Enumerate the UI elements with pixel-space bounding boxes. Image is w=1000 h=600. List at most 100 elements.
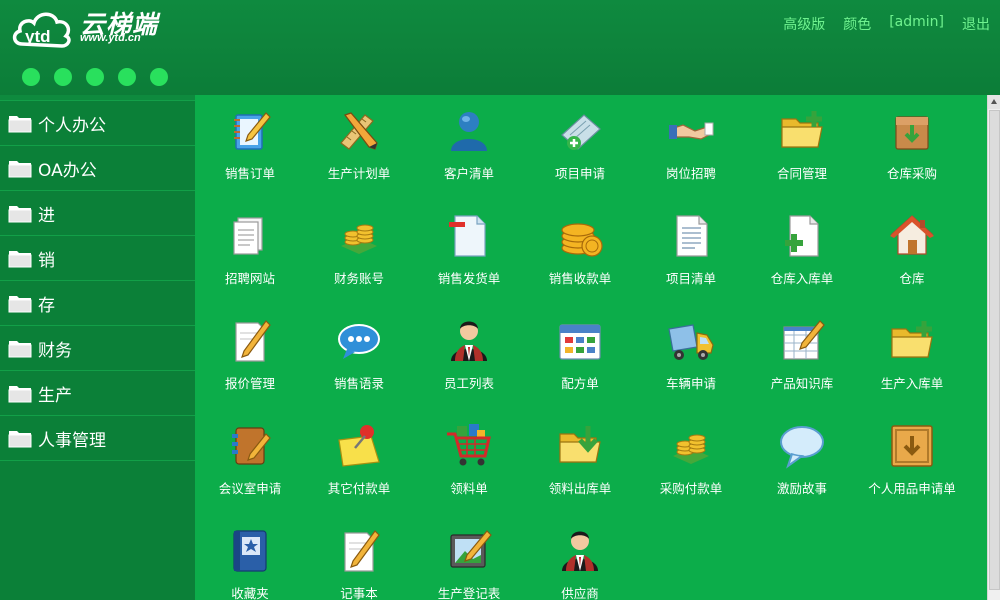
- paper-pencil-icon: [344, 530, 380, 572]
- app-tile[interactable]: 项目申请: [525, 107, 635, 197]
- app-tile-label: 合同管理: [776, 166, 827, 181]
- app-tile-label: 仓库采购: [886, 166, 937, 181]
- address-book-icon: [232, 427, 271, 465]
- top-nav: 高级版 颜色 [admin] 退出: [783, 14, 990, 34]
- app-tile[interactable]: 合同管理: [747, 107, 857, 197]
- folder-download-icon: [559, 426, 601, 463]
- app-tile[interactable]: 销售语录: [304, 317, 414, 407]
- app-tile[interactable]: 招聘网站: [195, 212, 305, 302]
- app-tile-label: 生产计划单: [327, 166, 391, 181]
- sidebar-item-label: 个人办公: [38, 115, 106, 136]
- picture-pencil-icon: [450, 530, 492, 568]
- sidebar-item[interactable]: 进: [0, 191, 195, 236]
- sidebar-item[interactable]: OA办公: [0, 146, 195, 191]
- app-tile-label: 仓库入库单: [770, 271, 834, 286]
- app-tile-label: 供应商: [561, 586, 599, 600]
- folder-icon: [8, 205, 32, 222]
- app-tile[interactable]: 仓库: [857, 212, 967, 302]
- theme-dot[interactable]: [54, 68, 72, 86]
- logout-link[interactable]: 退出: [962, 14, 990, 34]
- folder-icon: [8, 430, 32, 447]
- person-suit-icon: [562, 531, 598, 571]
- user-silhouette-icon: [451, 112, 487, 151]
- speech-bubble-icon: [780, 426, 824, 469]
- folder-add-icon: [891, 321, 933, 358]
- calendar-grid-icon: [559, 324, 601, 360]
- app-tile[interactable]: 销售收款单: [525, 212, 635, 302]
- app-tile[interactable]: 销售发货单: [414, 212, 524, 302]
- app-tile-label: 会议室申请: [218, 481, 282, 496]
- sidebar-item-label: 销: [38, 250, 55, 271]
- app-tile-label: 采购付款单: [659, 481, 723, 496]
- app-tile[interactable]: 生产入库单: [857, 317, 967, 407]
- shopping-cart-icon: [447, 424, 491, 466]
- app-tile[interactable]: 财务账号: [304, 212, 414, 302]
- app-tile-label: 激励故事: [776, 481, 827, 496]
- theme-dots: [22, 68, 168, 86]
- app-tile[interactable]: 岗位招聘: [636, 107, 746, 197]
- note-pin-icon: [338, 425, 380, 467]
- document-add-icon: [785, 215, 819, 257]
- app-tile[interactable]: 生产登记表: [414, 527, 524, 600]
- app-tile-label: 个人用品申请单: [868, 481, 956, 496]
- app-tile-label: 记事本: [340, 586, 378, 600]
- chat-bubble-icon: [338, 324, 380, 359]
- folder-icon: [8, 340, 32, 357]
- sidebar-item-label: 人事管理: [38, 430, 106, 451]
- theme-dot[interactable]: [118, 68, 136, 86]
- app-tile[interactable]: 领料单: [414, 422, 524, 512]
- document-remove-icon: [449, 215, 486, 257]
- app-tile-label: 报价管理: [224, 376, 275, 391]
- app-tile[interactable]: 领料出库单: [525, 422, 635, 512]
- app-tile-label: 收藏夹: [231, 586, 269, 600]
- app-tile[interactable]: 客户清单: [414, 107, 524, 197]
- app-tile-label: 配方单: [561, 376, 599, 391]
- user-link[interactable]: [admin]: [889, 14, 944, 34]
- theme-dot[interactable]: [150, 68, 168, 86]
- sidebar-item[interactable]: 销: [0, 236, 195, 281]
- sidebar-item[interactable]: 财务: [0, 326, 195, 371]
- scrollbar[interactable]: [987, 95, 1000, 600]
- handshake-icon: [669, 122, 715, 140]
- app-tile[interactable]: 报价管理: [195, 317, 305, 407]
- theme-dot[interactable]: [22, 68, 40, 86]
- app-tile-label: 员工列表: [443, 376, 494, 391]
- app-tile[interactable]: 个人用品申请单: [857, 422, 967, 512]
- app-tile[interactable]: 车辆申请: [636, 317, 746, 407]
- coins-stack-icon: [341, 224, 377, 254]
- sidebar-item-label: OA办公: [38, 160, 97, 181]
- app-tile[interactable]: 员工列表: [414, 317, 524, 407]
- app-tile-label: 领料单: [450, 481, 488, 496]
- sidebar-item-label: 生产: [38, 385, 72, 406]
- app-tile[interactable]: 销售订单: [195, 107, 305, 197]
- sidebar-item[interactable]: 存: [0, 281, 195, 326]
- app-tile[interactable]: 仓库采购: [857, 107, 967, 197]
- app-tile[interactable]: 仓库入库单: [747, 212, 857, 302]
- app-tile[interactable]: 项目清单: [636, 212, 746, 302]
- app-tile[interactable]: 其它付款单: [304, 422, 414, 512]
- app-tile[interactable]: 生产计划单: [304, 107, 414, 197]
- sidebar-item[interactable]: 人事管理: [0, 416, 195, 461]
- logo[interactable]: ytd 云梯端 www.ytd.cn: [10, 4, 180, 50]
- sidebar-item-label: 财务: [38, 340, 72, 361]
- app-tile-label: 岗位招聘: [665, 166, 716, 181]
- app-tile[interactable]: 收藏夹: [195, 527, 305, 600]
- app-tile[interactable]: 供应商: [525, 527, 635, 600]
- app-tile[interactable]: 产品知识库: [747, 317, 857, 407]
- theme-dot[interactable]: [86, 68, 104, 86]
- app-tile-label: 其它付款单: [327, 481, 391, 496]
- scroll-up-arrow[interactable]: [988, 95, 1000, 109]
- app-tile[interactable]: 会议室申请: [195, 422, 305, 512]
- advanced-version-link[interactable]: 高级版: [783, 14, 825, 34]
- spreadsheet-pencil-icon: [783, 320, 825, 360]
- color-link[interactable]: 颜色: [843, 14, 871, 34]
- scroll-thumb[interactable]: [989, 110, 1000, 590]
- sidebar-item-label: 存: [38, 295, 55, 316]
- app-tile[interactable]: 采购付款单: [636, 422, 746, 512]
- app-tile[interactable]: 激励故事: [747, 422, 857, 512]
- app-tile[interactable]: 记事本: [304, 527, 414, 600]
- folder-icon: [8, 160, 32, 177]
- sidebar-item[interactable]: 个人办公: [0, 101, 195, 146]
- app-tile[interactable]: 配方单: [525, 317, 635, 407]
- sidebar-item[interactable]: 生产: [0, 371, 195, 416]
